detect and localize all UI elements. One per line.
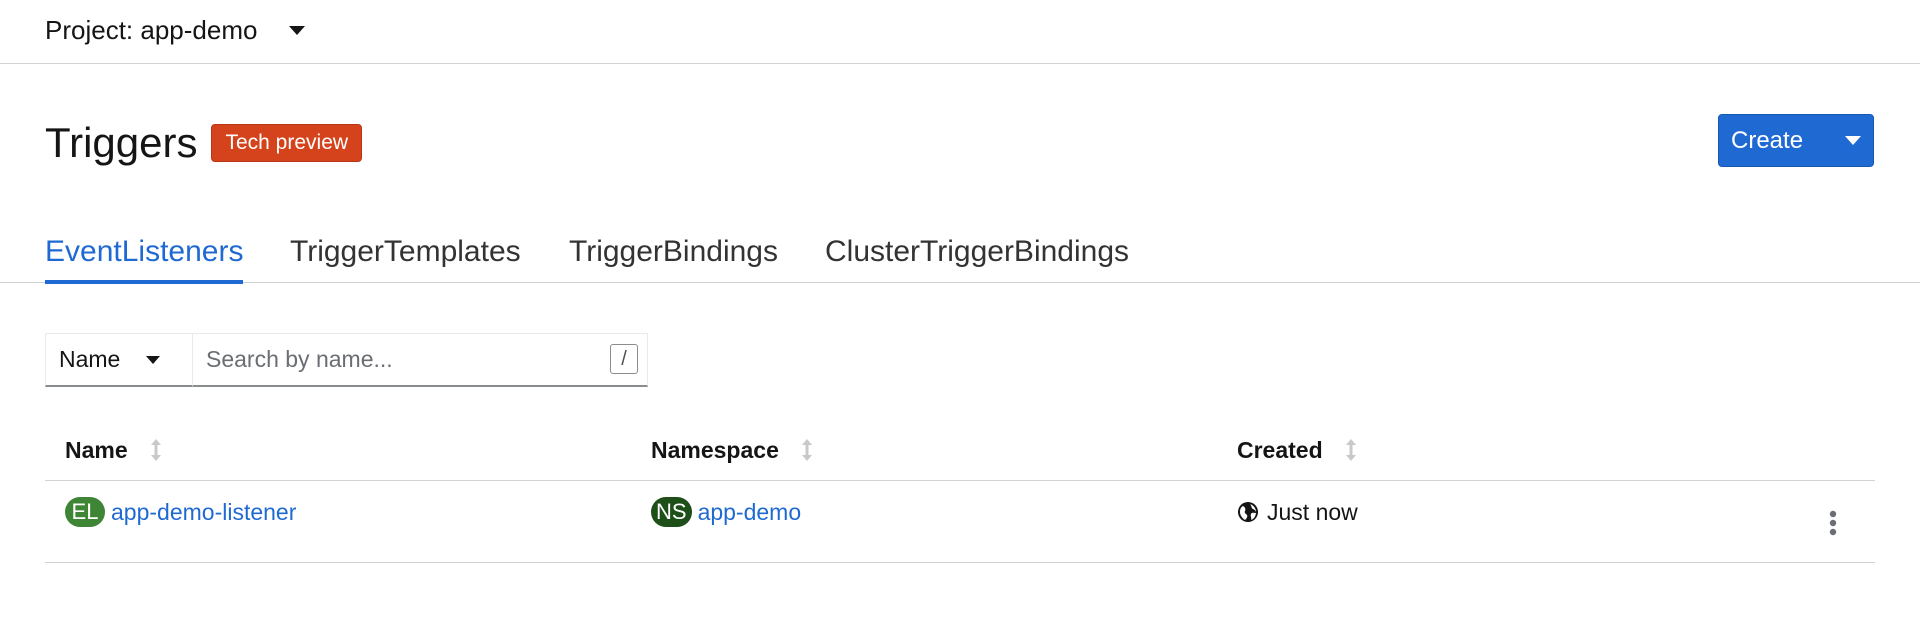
filter-type-label: Name [59,346,121,372]
create-button-label: Create [1731,126,1804,154]
search-input[interactable] [193,334,647,385]
table-row: EL app-demo-listener NS app-demo Just no… [45,481,1875,563]
keyboard-shortcut-hint: / [610,344,638,374]
column-header-label: Name [65,436,128,463]
eventlistener-badge: EL [65,497,105,527]
row-actions-kebab[interactable] [1823,503,1843,543]
tab-bar: EventListeners TriggerTemplates TriggerB… [0,220,1920,284]
project-selector-label: Project: app-demo [45,14,258,45]
column-header-created[interactable]: Created [1237,420,1357,480]
page-header: Triggers Tech preview [45,118,363,168]
column-header-label: Namespace [651,436,779,463]
namespace-link[interactable]: app-demo [698,499,802,526]
project-selector[interactable]: Project: app-demo [45,12,306,48]
filter-toolbar: Name / [45,333,648,387]
globe-icon [1237,501,1259,523]
name-cell: EL app-demo-listener [65,495,296,529]
create-button[interactable]: Create [1718,114,1874,167]
column-header-namespace[interactable]: Namespace [651,420,813,480]
tech-preview-badge: Tech preview [211,124,363,162]
tab-eventlisteners[interactable]: EventListeners [45,220,244,284]
project-bar: Project: app-demo [0,0,1920,64]
created-timestamp: Just now [1267,498,1358,525]
created-cell: Just now [1237,495,1358,529]
sort-icon [150,438,162,462]
caret-down-icon [146,355,161,364]
kebab-icon [1829,510,1837,536]
caret-down-icon [289,25,306,35]
namespace-cell: NS app-demo [651,495,801,529]
table-header: Name Namespace Created [45,420,1875,481]
sort-icon [1345,438,1357,462]
column-header-label: Created [1237,436,1323,463]
tab-triggerbindings[interactable]: TriggerBindings [569,220,778,283]
column-header-name[interactable]: Name [65,420,162,480]
sort-icon [801,438,813,462]
search-field: / [193,333,648,387]
tab-triggertemplates[interactable]: TriggerTemplates [290,220,521,283]
eventlisteners-table: Name Namespace Created EL app-demo-liste… [45,420,1875,563]
filter-type-select[interactable]: Name [45,333,193,387]
page-title: Triggers [45,119,198,166]
namespace-badge: NS [651,497,692,527]
tab-clustertriggerbindings[interactable]: ClusterTriggerBindings [825,220,1129,283]
eventlistener-link[interactable]: app-demo-listener [111,499,296,526]
caret-down-icon [1845,136,1862,145]
